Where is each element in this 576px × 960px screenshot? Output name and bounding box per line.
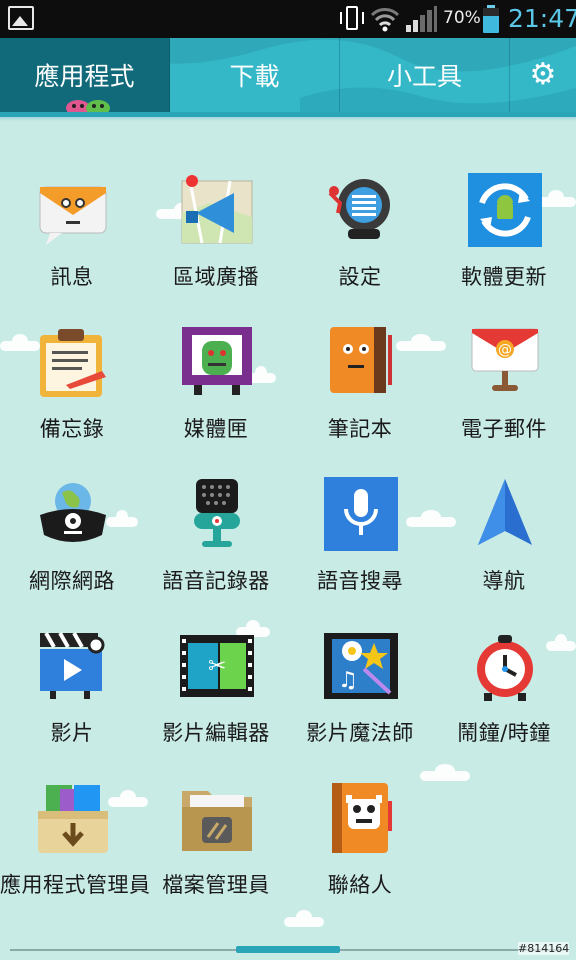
battery-percent: 70%	[443, 8, 481, 28]
memo-icon	[40, 329, 106, 397]
email-icon: @	[471, 328, 539, 391]
message-icon	[39, 186, 107, 245]
wifi-icon	[370, 8, 400, 32]
app-internet[interactable]: 網際網路	[0, 455, 144, 595]
app-label: 設定	[338, 265, 382, 289]
area-broadcast-icon	[181, 175, 253, 244]
tab-download[interactable]: 下載	[170, 38, 340, 112]
tab-download-label: 下載	[229, 62, 280, 91]
battery-icon	[483, 5, 499, 33]
app-media-box[interactable]: 媒體匣	[144, 303, 288, 443]
app-label: 區域廣播	[173, 265, 259, 289]
app-app-manager[interactable]: 應用程式管理員	[0, 759, 151, 899]
app-file-manager[interactable]: 檔案管理員	[144, 759, 288, 899]
app-manager-icon	[38, 785, 108, 853]
video-icon	[40, 632, 105, 699]
svg-text:✂: ✂	[208, 654, 226, 679]
tab-bar: 應用程式 下載 小工具 ⚙	[0, 38, 576, 114]
app-contacts[interactable]: 聯絡人	[288, 759, 432, 899]
app-label: 導航	[482, 569, 526, 593]
voice-recorder-icon	[194, 479, 240, 547]
app-label: 軟體更新	[461, 265, 547, 289]
app-label: 網際網路	[29, 569, 115, 593]
settings-button[interactable]: ⚙	[510, 38, 576, 112]
voice-search-icon	[324, 477, 398, 551]
app-video-editor[interactable]: ✂ 影片編輯器	[144, 607, 288, 747]
contacts-icon	[332, 783, 392, 853]
app-memo[interactable]: 備忘錄	[0, 303, 144, 443]
app-voice-recorder[interactable]: 語音記錄器	[144, 455, 288, 595]
app-label: 影片	[50, 721, 94, 745]
svg-text:@: @	[498, 342, 512, 358]
video-editor-icon: ✂	[180, 635, 254, 697]
app-label: 鬧鐘/時鐘	[457, 721, 551, 745]
app-notebook[interactable]: 筆記本	[288, 303, 432, 443]
app-video[interactable]: 影片	[0, 607, 144, 747]
app-grid: 訊息 區域廣播 設定 軟體更新 備忘錄 媒體匣 筆記本 @ 電子郵件 網際網路 …	[0, 121, 576, 927]
tab-widgets-label: 小工具	[386, 62, 462, 91]
app-area-broadcast[interactable]: 區域廣播	[144, 151, 288, 291]
app-settings[interactable]: 設定	[288, 151, 432, 291]
file-manager-icon	[182, 791, 252, 851]
app-voice-search[interactable]: 語音搜尋	[288, 455, 432, 595]
navigation-icon	[478, 479, 532, 545]
app-label: 語音記錄器	[162, 569, 270, 593]
watermark: #814164	[518, 942, 570, 955]
app-label: 筆記本	[327, 417, 393, 441]
status-bar: 70% 21:47	[0, 0, 576, 38]
tab-apps-label: 應用程式	[34, 62, 135, 91]
signal-icon	[406, 6, 437, 32]
app-label: 影片編輯器	[162, 721, 270, 745]
app-label: 訊息	[50, 265, 94, 289]
app-video-wiz[interactable]: ♫ 影片魔法師	[288, 607, 432, 747]
notebook-icon	[330, 327, 392, 393]
app-label: 影片魔法師	[306, 721, 414, 745]
software-update-icon	[468, 173, 542, 247]
app-label: 電子郵件	[461, 417, 547, 441]
settings-robot-icon	[328, 179, 390, 239]
app-email[interactable]: @ 電子郵件	[432, 303, 576, 443]
page-indicator[interactable]	[236, 946, 340, 953]
app-messages[interactable]: 訊息	[0, 151, 144, 291]
alarm-clock-icon	[477, 635, 533, 701]
tab-widgets[interactable]: 小工具	[340, 38, 510, 112]
vibrate-icon	[338, 4, 366, 34]
gear-icon: ⚙	[529, 57, 557, 92]
app-label: 備忘錄	[39, 417, 105, 441]
app-label: 聯絡人	[327, 873, 393, 897]
app-label: 媒體匣	[183, 417, 249, 441]
app-software-update[interactable]: 軟體更新	[432, 151, 576, 291]
app-label: 語音搜尋	[317, 569, 403, 593]
gallery-icon	[8, 6, 34, 30]
media-box-icon	[182, 327, 252, 395]
video-wiz-icon: ♫	[324, 633, 398, 699]
app-alarm-clock[interactable]: 鬧鐘/時鐘	[432, 607, 576, 747]
cloud-decoration	[284, 910, 324, 927]
app-label: 應用程式管理員	[0, 873, 151, 897]
clock: 21:47	[508, 4, 576, 33]
svg-text:♫: ♫	[338, 668, 358, 693]
internet-icon	[40, 483, 106, 542]
app-label: 檔案管理員	[162, 873, 270, 897]
app-navigation[interactable]: 導航	[432, 455, 576, 595]
